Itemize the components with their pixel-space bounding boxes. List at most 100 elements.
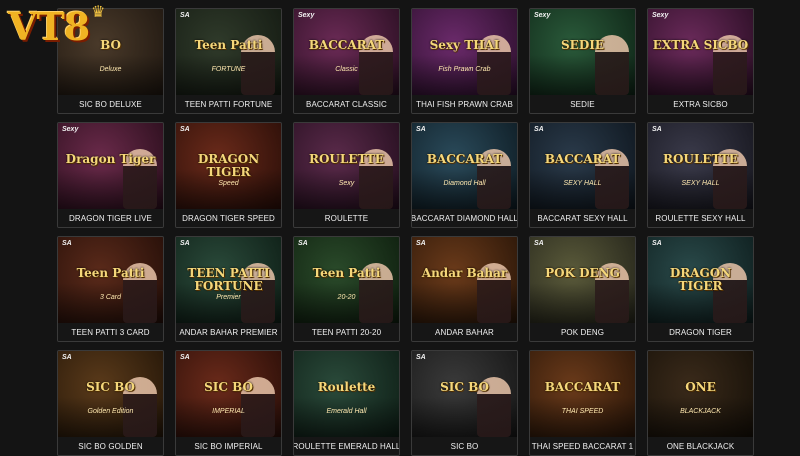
game-card[interactable]: SA BACCARAT Diamond Hall BACCARAT DIAMOND H… [411, 122, 518, 228]
game-title[interactable]: SEDIE [530, 95, 635, 113]
game-card[interactable]: Sexy SEDIE SEDIE [529, 8, 636, 114]
game-title[interactable]: TEEN PATTI FORTUNE [176, 95, 281, 113]
game-card[interactable]: SA Teen Patti FORTUNE TEEN PATTI FORTUNE [175, 8, 282, 114]
game-logo-subtitle: BLACKJACK [680, 408, 721, 415]
game-logo-subtitle: Emerald Hall [326, 408, 367, 415]
game-logo: Roulette [317, 380, 376, 394]
game-logo-subtitle: Golden Edition [87, 408, 134, 415]
game-thumbnail[interactable]: SA Teen Patti FORTUNE [176, 9, 281, 95]
game-card[interactable]: SA TEEN PATTI FORTUNE Premier ANDAR BAHAR P… [175, 236, 282, 342]
game-title[interactable]: SIC BO GOLDEN [58, 437, 163, 455]
crown-icon: ♛ [91, 4, 106, 21]
game-title[interactable]: BACCARAT CLASSIC [294, 95, 399, 113]
game-thumbnail[interactable]: Roulette Emerald Hall [294, 351, 399, 437]
game-thumbnail[interactable]: SA ROULETTE SEXY HALL [648, 123, 753, 209]
thumbnail-shade [648, 397, 753, 437]
game-thumbnail[interactable]: SA SIC BO [412, 351, 517, 437]
game-logo: ROULETTE [308, 152, 385, 166]
provider-badge: Sexy [62, 126, 79, 133]
provider-badge: SA [652, 126, 662, 133]
game-thumbnail[interactable]: ONE BLACKJACK [648, 351, 753, 437]
game-title[interactable]: SIC BO IMPERIAL [176, 437, 281, 455]
game-title[interactable]: DRAGON TIGER [648, 323, 753, 341]
provider-badge: Sexy [298, 12, 315, 19]
game-grid: BO Deluxe SIC BO DELUXE SA Teen Patti FORTUNE… [57, 8, 754, 456]
game-card[interactable]: SA SIC BO Golden Edition SIC BO GOLDEN [57, 350, 164, 456]
game-thumbnail[interactable]: SA POK DENG [530, 237, 635, 323]
game-title[interactable]: BACCARAT DIAMOND HALL [412, 209, 517, 227]
game-thumbnail[interactable]: Sexy BACCARAT Classic [294, 9, 399, 95]
game-thumbnail[interactable]: Sexy EXTRA SICBO [648, 9, 753, 95]
game-title[interactable]: EXTRA SICBO [648, 95, 753, 113]
game-title[interactable]: DRAGON TIGER SPEED [176, 209, 281, 227]
game-title[interactable]: ANDAR BAHAR PREMIER [176, 323, 281, 341]
game-logo: TEEN PATTI FORTUNE [187, 266, 270, 293]
game-thumbnail[interactable]: SA Andar Bahar [412, 237, 517, 323]
game-thumbnail[interactable]: SA Teen Patti 20-20 [294, 237, 399, 323]
game-thumbnail[interactable]: SA BACCARAT SEXY HALL [530, 123, 635, 209]
game-title[interactable]: TEEN PATTI 20-20 [294, 323, 399, 341]
game-title[interactable]: DRAGON TIGER LIVE [58, 209, 163, 227]
game-logo-subtitle: IMPERIAL [212, 408, 245, 415]
game-card[interactable]: SA SIC BO IMPERIAL SIC BO IMPERIAL [175, 350, 282, 456]
provider-badge: SA [534, 240, 544, 247]
game-title[interactable]: ROULETTE EMERALD HALL [294, 437, 399, 455]
provider-badge: SA [180, 126, 190, 133]
game-card[interactable]: SA POK DENG POK DENG [529, 236, 636, 342]
game-thumbnail[interactable]: SA DRAGON TIGER [648, 237, 753, 323]
game-title[interactable]: ANDAR BAHAR [412, 323, 517, 341]
provider-badge: SA [416, 354, 426, 361]
game-logo: SEDIE [561, 38, 604, 52]
game-title[interactable]: SIC BO DELUXE [58, 95, 163, 113]
game-title[interactable]: ROULETTE [294, 209, 399, 227]
game-card[interactable]: SA Teen Patti 3 Card TEEN PATTI 3 CARD [57, 236, 164, 342]
game-card[interactable]: SA SIC BO SIC BO [411, 350, 518, 456]
game-title[interactable]: POK DENG [530, 323, 635, 341]
game-logo: Teen Patti [194, 38, 263, 52]
game-card[interactable]: SA ROULETTE SEXY HALL ROULETTE SEXY HALL [647, 122, 754, 228]
game-logo-subtitle: 20-20 [337, 294, 356, 301]
brand-logo: VT8 [8, 4, 90, 49]
game-card[interactable]: Sexy THAI Fish Prawn Crab THAI FISH PRAWN … [411, 8, 518, 114]
game-thumbnail[interactable]: SA SIC BO IMPERIAL [176, 351, 281, 437]
game-logo-subtitle: Classic [335, 66, 358, 73]
game-card[interactable]: SA Teen Patti 20-20 TEEN PATTI 20-20 [293, 236, 400, 342]
game-logo: SIC BO [440, 380, 489, 394]
thumbnail-shade [294, 397, 399, 437]
game-card[interactable]: Sexy EXTRA SICBO EXTRA SICBO [647, 8, 754, 114]
game-card[interactable]: Sexy BACCARAT Classic BACCARAT CLASSIC [293, 8, 400, 114]
game-thumbnail[interactable]: SA SIC BO Golden Edition [58, 351, 163, 437]
game-thumbnail[interactable]: ROULETTE Sexy [294, 123, 399, 209]
game-logo-subtitle: Sexy [338, 180, 355, 187]
game-thumbnail[interactable]: Sexy Dragon Tiger [58, 123, 163, 209]
game-thumbnail[interactable]: SA TEEN PATTI FORTUNE Premier [176, 237, 281, 323]
game-logo: BACCARAT [308, 38, 385, 52]
provider-badge: SA [62, 240, 72, 247]
game-title[interactable]: THAI SPEED BACCARAT 1 [530, 437, 635, 455]
game-card[interactable]: Roulette Emerald Hall ROULETTE EMERALD HAL… [293, 350, 400, 456]
game-title[interactable]: ROULETTE SEXY HALL [648, 209, 753, 227]
game-thumbnail[interactable]: Sexy THAI Fish Prawn Crab [412, 9, 517, 95]
game-title[interactable]: ONE BLACKJACK [648, 437, 753, 455]
game-card[interactable]: SA DRAGON TIGER DRAGON TIGER [647, 236, 754, 342]
game-thumbnail[interactable]: SA Teen Patti 3 Card [58, 237, 163, 323]
game-thumbnail[interactable]: SA DRAGON TIGER Speed [176, 123, 281, 209]
game-card[interactable]: SA DRAGON TIGER Speed DRAGON TIGER SPEED [175, 122, 282, 228]
game-card[interactable]: BACCARAT THAI SPEED THAI SPEED BACCARAT 1 [529, 350, 636, 456]
game-card[interactable]: Sexy Dragon Tiger DRAGON TIGER LIVE [57, 122, 164, 228]
game-title[interactable]: SIC BO [412, 437, 517, 455]
game-thumbnail[interactable]: BACCARAT THAI SPEED [530, 351, 635, 437]
game-title[interactable]: TEEN PATTI 3 CARD [58, 323, 163, 341]
game-title[interactable]: THAI FISH PRAWN CRAB [412, 95, 517, 113]
game-thumbnail[interactable]: SA BACCARAT Diamond Hall [412, 123, 517, 209]
game-logo: BACCARAT [544, 152, 621, 166]
game-thumbnail[interactable]: Sexy SEDIE [530, 9, 635, 95]
game-card[interactable]: SA Andar Bahar ANDAR BAHAR [411, 236, 518, 342]
game-card[interactable]: SA BACCARAT SEXY HALL BACCARAT SEXY HALL [529, 122, 636, 228]
game-logo-subtitle: SEXY HALL [681, 180, 720, 187]
game-card[interactable]: ONE BLACKJACK ONE BLACKJACK [647, 350, 754, 456]
game-card[interactable]: ROULETTE Sexy ROULETTE [293, 122, 400, 228]
game-logo-subtitle: SEXY HALL [563, 180, 602, 187]
game-title[interactable]: BACCARAT SEXY HALL [530, 209, 635, 227]
provider-badge: SA [416, 126, 426, 133]
